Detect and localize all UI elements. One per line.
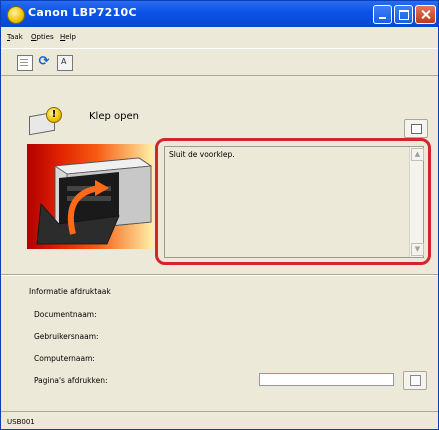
user-name-label: Gebruikersnaam: (34, 332, 99, 341)
minimize-button[interactable] (373, 5, 392, 24)
title-bar[interactable]: Canon LBP7210C (1, 1, 438, 27)
maximize-button[interactable] (394, 5, 413, 24)
status-bar: USB001 (1, 411, 438, 429)
menu-help[interactable]: Help (60, 33, 76, 41)
job-info-title: Informatie afdruktaak (29, 287, 111, 296)
close-button[interactable] (415, 5, 436, 24)
refresh-icon[interactable]: ⟳ (37, 55, 51, 69)
message-scrollbar[interactable]: ▲ ▼ (409, 147, 424, 257)
computer-name-label: Computernaam: (34, 354, 95, 363)
divider (1, 274, 438, 276)
document-name-label: Documentnaam: (34, 310, 97, 319)
menu-taak[interactable]: Taak (7, 33, 23, 41)
menu-bar: Taak Opties Help (1, 28, 438, 46)
cancel-job-button[interactable] (403, 371, 427, 390)
status-text: Klep open (89, 111, 139, 122)
window-title: Canon LBP7210C (28, 6, 137, 19)
printer-status-icon: ! (29, 107, 63, 136)
menu-opties[interactable]: Opties (31, 33, 54, 41)
scroll-down-icon[interactable]: ▼ (411, 243, 424, 256)
port-label: USB001 (7, 418, 35, 426)
printer-status-window: Canon LBP7210C Taak Opties Help ⟳ ! Klep… (0, 0, 439, 430)
pages-printed-label: Pagina's afdrukken: (34, 376, 108, 385)
scroll-up-icon[interactable]: ▲ (411, 148, 424, 161)
printer-open-cover-image (27, 144, 153, 249)
help-button[interactable] (404, 119, 428, 138)
message-box[interactable]: Sluit de voorklep. ▲ ▼ (164, 146, 424, 258)
toolbar: ⟳ (1, 48, 438, 76)
print-settings-icon[interactable] (57, 55, 73, 71)
warning-icon: ! (46, 107, 62, 123)
printer-warning-icon (7, 6, 25, 24)
document-icon[interactable] (17, 55, 33, 71)
status-message: Sluit de voorklep. (169, 150, 235, 159)
pages-printed-field (259, 373, 394, 386)
